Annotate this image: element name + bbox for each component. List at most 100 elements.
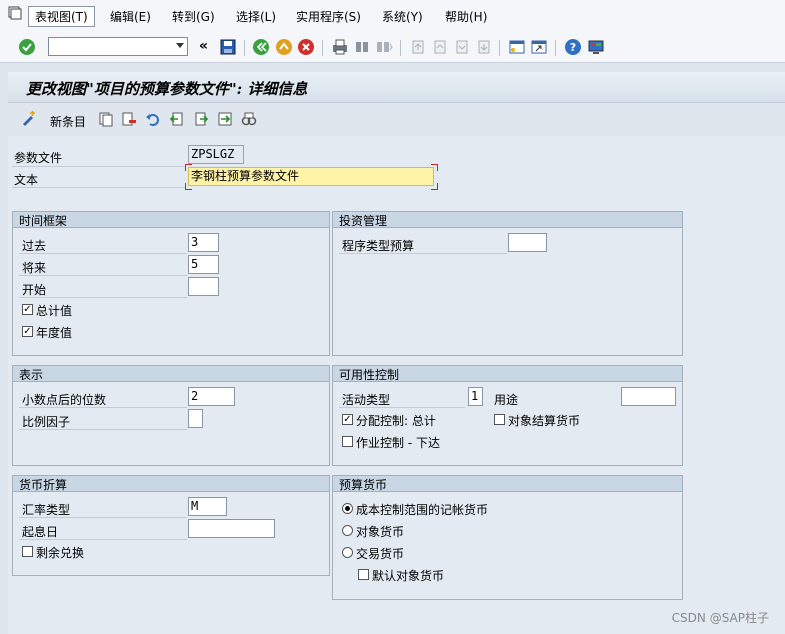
group-title: 货币折算 [19,478,68,492]
standard-toolbar: « ? [0,32,785,63]
profile-label: 参数文件 [14,151,63,165]
new-session-icon[interactable] [508,38,526,56]
focus-corner [185,164,192,171]
menu-goto[interactable]: 转到(G) [172,8,215,25]
group-header: 表示 [13,366,329,382]
print-icon[interactable] [331,38,349,56]
divider [19,275,187,276]
menu-utilities[interactable]: 实用程序(S) [296,8,361,25]
overall-checkbox[interactable]: ✓ [342,414,353,425]
default-object-currency-label: 默认对象货币 [372,569,445,583]
watermark: CSDN @SAP柱子 [671,611,769,625]
divider [19,429,187,430]
last-page-icon[interactable] [475,38,493,56]
divider [339,407,465,408]
toolbar-separator [499,40,500,56]
program-type-field[interactable] [508,233,547,252]
save-icon[interactable] [219,38,237,56]
next-page-icon[interactable] [453,38,471,56]
usage-field[interactable] [621,387,676,406]
menu-table-view[interactable]: 表视图(T) [28,6,95,27]
group-investment: 投资管理 程序类型预算 [332,211,683,356]
value-date-field[interactable] [188,519,275,538]
default-object-currency-checkbox[interactable] [358,569,369,580]
future-label: 将来 [22,261,47,275]
overall-label: 分配控制: 总计 [356,414,436,428]
collapse-command-icon[interactable]: « [199,38,208,54]
group-title: 可用性控制 [339,368,400,382]
transaction-currency-radio[interactable] [342,547,353,558]
future-field[interactable]: 5 [188,255,219,274]
object-currency-checkbox[interactable] [494,414,505,425]
group-title: 表示 [19,368,44,382]
exchange-type-label: 汇率类型 [22,503,71,517]
layout-icon[interactable] [587,38,605,56]
menu-system[interactable]: 系统(Y) [382,8,423,25]
remainder-label: 剩余兑换 [36,546,85,560]
undo-icon[interactable] [145,111,161,127]
group-header: 可用性控制 [333,366,682,382]
start-label: 开始 [22,283,47,297]
next-entry-icon[interactable] [193,111,209,127]
divider [19,253,187,254]
select-all-icon[interactable] [217,111,233,127]
exchange-type-field[interactable]: M [188,497,227,516]
divider [19,539,187,540]
toolbar-separator [555,40,556,56]
start-field[interactable] [188,277,219,296]
menu-selection[interactable]: 选择(L) [236,8,276,25]
shortcut-icon[interactable] [530,38,548,56]
previous-entry-icon[interactable] [169,111,185,127]
total-checkbox[interactable]: ✓ [22,304,33,315]
enter-icon[interactable] [18,38,36,56]
find-next-icon[interactable] [375,38,393,56]
divider [19,297,187,298]
remainder-checkbox[interactable] [22,546,33,557]
group-availability-control: 可用性控制 活动类型 1 用途 ✓ 分配控制: 总计 对象结算货币 作业控制 -… [332,365,683,466]
group-time-frame: 时间框架 过去 3 将来 5 开始 ✓ 总计值 ✓ 年度值 [12,211,330,356]
controlling-area-currency-label: 成本控制范围的记帐货币 [356,503,489,517]
text-field[interactable]: 李钢柱预算参数文件 [188,167,434,186]
past-field[interactable]: 3 [188,233,219,252]
first-page-icon[interactable] [409,38,427,56]
page-title: 更改视图"项目的预算参数文件": 详细信息 [26,80,308,98]
new-entries-button[interactable]: 新条目 [50,113,86,130]
other-view-icon[interactable] [241,111,257,127]
detail-content: 参数文件 ZPSLGZ 文本 李钢柱预算参数文件 时间框架 过去 3 将来 5 … [8,136,785,634]
scaling-field[interactable] [188,409,203,428]
divider [19,407,187,408]
controlling-area-currency-radio[interactable] [342,503,353,514]
object-currency-label: 对象结算货币 [508,414,581,428]
program-type-label: 程序类型预算 [342,239,415,253]
cancel-icon[interactable] [297,38,315,56]
group-title: 时间框架 [19,214,68,228]
command-field[interactable] [48,37,188,56]
menu-bar: 表视图(T) 编辑(E) 转到(G) 选择(L) 实用程序(S) 系统(Y) 帮… [0,0,785,33]
toolbar-separator [244,40,245,56]
menu-help[interactable]: 帮助(H) [445,8,487,25]
group-title: 预算货币 [339,478,388,492]
find-icon[interactable] [353,38,371,56]
previous-page-icon[interactable] [431,38,449,56]
releases-checkbox[interactable] [342,436,353,447]
delete-icon[interactable] [121,111,137,127]
value-date-label: 起息日 [22,525,59,539]
activity-type-field[interactable]: 1 [468,387,483,406]
scaling-label: 比例因子 [22,415,71,429]
display-change-icon[interactable] [21,111,37,127]
annual-checkbox[interactable]: ✓ [22,326,33,337]
usage-label: 用途 [494,393,519,407]
group-header: 货币折算 [13,476,329,492]
copy-as-icon[interactable] [98,111,114,127]
exit-icon[interactable] [275,38,293,56]
back-icon[interactable] [252,38,270,56]
decimals-field[interactable]: 2 [188,387,235,406]
chevron-down-icon[interactable] [176,43,184,48]
total-label: 总计值 [36,304,73,318]
menu-edit[interactable]: 编辑(E) [110,8,151,25]
object-currency-radio[interactable] [342,525,353,536]
application-toolbar: 新条目 [8,103,785,135]
title-bar: 更改视图"项目的预算参数文件": 详细信息 [8,72,785,103]
help-icon[interactable]: ? [564,38,582,56]
system-menu-icon[interactable] [8,6,22,20]
